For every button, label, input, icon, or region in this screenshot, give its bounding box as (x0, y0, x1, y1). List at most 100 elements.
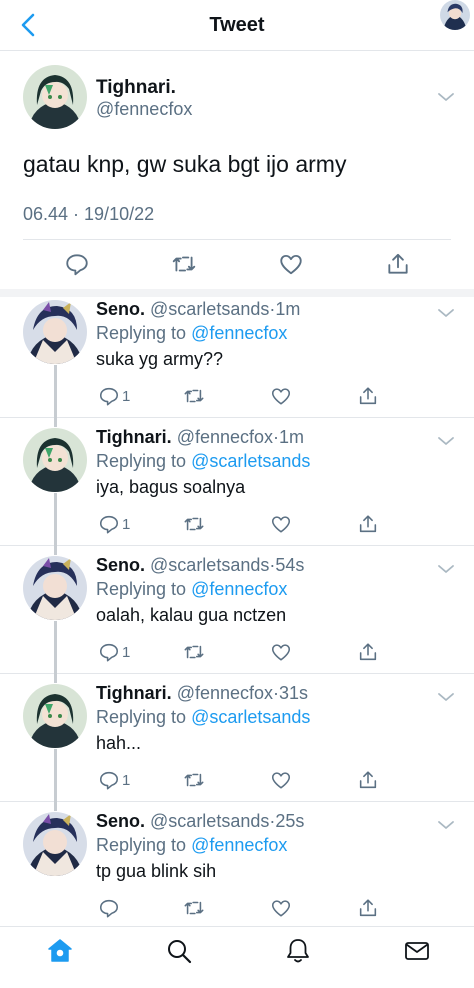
mention-link[interactable]: @fennecfox (191, 579, 287, 599)
share-icon[interactable] (357, 897, 379, 919)
reply-actions: 1 (96, 641, 456, 665)
username: @scarletsands (150, 555, 270, 575)
replying-to-label: Replying to (96, 323, 192, 343)
reply-tweet[interactable]: Seno. @scarletsands·54s Replying to @fenn… (0, 545, 474, 683)
reply-icon[interactable] (98, 513, 120, 535)
reply-actions: 1 (96, 513, 456, 537)
like-icon[interactable] (270, 513, 292, 535)
like-icon[interactable] (270, 641, 292, 663)
avatar[interactable] (23, 428, 87, 492)
mention-link[interactable]: @fennecfox (191, 835, 287, 855)
search-icon[interactable] (165, 937, 193, 965)
reply-time: ·31s (273, 683, 309, 703)
divider (23, 239, 451, 240)
avatar[interactable] (23, 556, 87, 620)
share-icon[interactable] (357, 641, 379, 663)
replying-to: Replying to @scarletsands (96, 451, 310, 472)
username: @fennecfox (96, 99, 193, 119)
share-icon[interactable] (357, 513, 379, 535)
avatar[interactable] (23, 812, 87, 876)
retweet-icon[interactable] (183, 897, 205, 919)
home-icon[interactable] (46, 937, 74, 965)
share-icon[interactable] (357, 385, 379, 407)
username: @scarletsands (150, 299, 270, 319)
like-icon[interactable] (270, 897, 292, 919)
replying-to-label: Replying to (96, 835, 192, 855)
reply-time: ·54s (269, 555, 305, 575)
replying-to: Replying to @scarletsands (96, 707, 310, 728)
chevron-down-icon[interactable] (437, 435, 455, 447)
reply-icon[interactable] (98, 897, 120, 919)
reply-text: iya, bagus soalnya (96, 477, 246, 497)
like-icon[interactable] (278, 251, 304, 277)
retweet-icon[interactable] (183, 385, 205, 407)
notifications-icon[interactable] (284, 937, 312, 965)
reply-header: Seno. @scarletsands·54s (96, 555, 304, 576)
like-icon[interactable] (270, 385, 292, 407)
retweet-icon[interactable] (183, 513, 205, 535)
username: @scarletsands (150, 811, 270, 831)
reply-count: 1 (122, 644, 131, 661)
chevron-down-icon[interactable] (437, 563, 455, 575)
tweet-timestamp: 06.44 · 19/10/22 (23, 204, 155, 224)
reply-actions (96, 897, 456, 921)
reply-header: Seno. @scarletsands·25s (96, 811, 304, 832)
replying-to: Replying to @fennecfox (96, 579, 287, 600)
reply-tweet[interactable]: Seno. @scarletsands·1m Replying to @fenne… (0, 289, 474, 427)
reply-icon[interactable] (98, 641, 120, 663)
replying-to-label: Replying to (96, 451, 192, 471)
reply-tweet[interactable]: Tighnari. @fennecfox·31s Replying to @sca… (0, 673, 474, 811)
top-bar: Tweet (0, 0, 474, 51)
reply-time: ·25s (269, 811, 305, 831)
replying-to: Replying to @fennecfox (96, 323, 287, 344)
reply-text: tp gua blink sih (96, 861, 217, 881)
display-name: Seno. (96, 555, 146, 575)
avatar[interactable] (23, 684, 87, 748)
replying-to-label: Replying to (96, 579, 192, 599)
chevron-down-icon[interactable] (437, 819, 455, 831)
page-title: Tweet (209, 14, 265, 36)
display-name: Tighnari. (96, 427, 172, 447)
display-name: Tighnari. (96, 77, 176, 98)
reply-icon[interactable] (64, 251, 90, 277)
profile-avatar[interactable] (440, 0, 470, 30)
chevron-down-icon[interactable] (437, 307, 455, 319)
display-name: Seno. (96, 811, 146, 831)
reply-icon[interactable] (98, 385, 120, 407)
display-name: Tighnari. (96, 683, 172, 703)
main-tweet[interactable]: Tighnari. @fennecfox gatau knp, gw suka … (0, 51, 474, 297)
retweet-icon[interactable] (171, 251, 197, 277)
reply-tweet[interactable]: Tighnari. @fennecfox·1m Replying to @scar… (0, 417, 474, 555)
display-name: Seno. (96, 299, 146, 319)
reply-icon[interactable] (98, 769, 120, 791)
reply-text: hah... (96, 733, 142, 753)
like-icon[interactable] (270, 769, 292, 791)
reply-tweet[interactable]: Seno. @scarletsands·25s Replying to @fenn… (0, 801, 474, 927)
reply-count: 1 (122, 516, 131, 533)
replying-to: Replying to @fennecfox (96, 835, 287, 856)
share-icon[interactable] (385, 251, 411, 277)
chevron-down-icon[interactable] (437, 91, 455, 103)
share-icon[interactable] (357, 769, 379, 791)
avatar[interactable] (23, 300, 87, 364)
username: @fennecfox (176, 683, 274, 703)
reply-time: ·1m (269, 299, 301, 319)
mention-link[interactable]: @scarletsands (191, 451, 310, 471)
mention-link[interactable]: @scarletsands (191, 707, 310, 727)
chevron-down-icon[interactable] (437, 691, 455, 703)
mention-link[interactable]: @fennecfox (191, 323, 287, 343)
retweet-icon[interactable] (183, 641, 205, 663)
messages-icon[interactable] (403, 937, 431, 965)
replying-to-label: Replying to (96, 707, 192, 727)
retweet-icon[interactable] (183, 769, 205, 791)
reply-actions: 1 (96, 385, 456, 409)
bottom-tab-bar (0, 926, 474, 988)
reply-time: ·1m (273, 427, 305, 447)
avatar[interactable] (23, 65, 87, 129)
reply-header: Tighnari. @fennecfox·1m (96, 427, 304, 448)
reply-count: 1 (122, 772, 131, 789)
tweet-actions (0, 251, 474, 279)
reply-header: Seno. @scarletsands·1m (96, 299, 300, 320)
reply-text: oalah, kalau gua nctzen (96, 605, 287, 625)
username: @fennecfox (176, 427, 274, 447)
